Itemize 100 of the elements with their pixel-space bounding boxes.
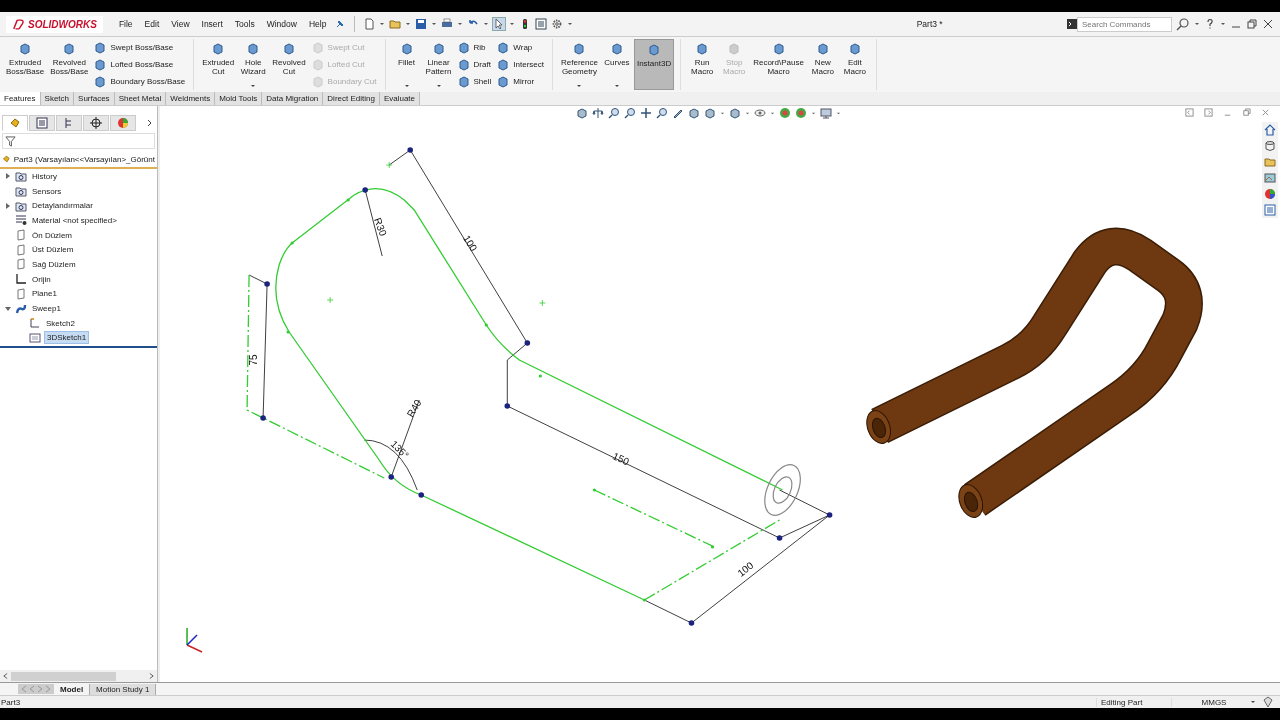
menu-item[interactable]: Help [304,19,331,29]
caret-icon[interactable] [435,83,442,89]
ribbon-tab[interactable]: Weldments [166,92,216,105]
ribbon-command[interactable]: Run Macro [687,39,718,90]
tree-item[interactable]: Material <not specified> [30,214,119,226]
filter-field[interactable] [2,133,155,149]
ribbon-command[interactable]: Instant3D [633,39,675,90]
ribbon-command[interactable]: Revolved Cut [270,39,308,90]
sphere-icon[interactable] [779,107,791,119]
ribbon-command[interactable]: Extruded Cut [200,39,237,90]
ribbon-tab[interactable]: Data Migration [262,92,324,105]
panel-tab[interactable] [83,115,109,131]
caret-icon[interactable] [576,83,583,89]
caret-icon[interactable] [403,83,410,89]
ribbon-tab[interactable]: Direct Editing [323,92,380,105]
ribbon-command[interactable]: Revolved Boss/Base [48,39,91,90]
ribbon-command[interactable]: Record\Pause Macro [751,39,806,90]
dimension-label[interactable]: 150 [611,450,631,468]
ribbon-command[interactable]: Shell [455,75,494,88]
zoom-icon[interactable] [656,107,668,119]
ribbon-command[interactable]: Boundary Boss/Base [92,75,188,88]
sphere-icon[interactable] [795,107,807,119]
caret-icon[interactable] [379,21,386,27]
ribbon-command[interactable]: Curves [601,39,632,90]
collapse-arrow-icon[interactable] [5,305,11,312]
scroll-right-icon[interactable] [149,672,154,680]
tree-root-label[interactable]: Part3 (Varsayılan<<Varsayılan>_Görünt [13,154,155,164]
restore-icon[interactable] [1242,108,1251,117]
menu-item[interactable]: Edit [140,19,164,29]
cursor-icon[interactable] [493,18,506,30]
tree-item[interactable]: 3DSketch1 [44,331,90,345]
dimension-label[interactable]: 135° [388,438,411,461]
tree-item[interactable]: Sensors [30,185,64,197]
caret-icon[interactable] [483,21,490,27]
tile-left-icon[interactable] [1185,108,1194,117]
expand-arrow-icon[interactable] [5,173,11,180]
ribbon-tab[interactable]: Sketch [40,92,75,105]
caret-icon[interactable] [405,21,412,27]
caret-icon[interactable] [1250,699,1256,705]
ribbon-command[interactable]: Wrap [495,41,546,54]
folder-icon[interactable] [389,18,402,30]
ribbon-tab[interactable]: Surfaces [74,92,115,105]
menu-item[interactable]: View [167,19,194,29]
new-document-icon[interactable] [363,18,376,30]
caret-icon[interactable] [613,83,620,89]
caret-icon[interactable] [1220,21,1226,27]
image-icon[interactable] [1264,172,1276,184]
caret-icon[interactable] [567,21,574,27]
list-icon[interactable] [1264,204,1276,216]
save-icon[interactable] [415,18,428,30]
tile-right-icon[interactable] [1204,108,1213,117]
tree-item[interactable]: Plane1 [30,288,59,300]
search-icon[interactable] [1176,17,1190,31]
menu-item[interactable]: Window [262,19,301,29]
zoom-icon[interactable] [608,107,620,119]
move-icon[interactable] [640,107,652,119]
dimension-label[interactable]: 75 [248,354,260,366]
ribbon-tab[interactable]: Features [0,92,41,105]
tree-item[interactable]: Detaylandırmalar [30,200,95,212]
ribbon-command[interactable]: Rib [455,41,494,54]
dimension-label[interactable]: R40 [404,397,424,419]
ribbon-command[interactable]: Lofted Boss/Base [92,58,188,71]
list-icon[interactable] [535,18,548,30]
ribbon-tab[interactable]: Evaluate [379,92,421,105]
scrollbar[interactable] [0,670,157,682]
ribbon-command[interactable]: Intersect [495,58,546,71]
ribbon-command[interactable]: Fillet [391,39,422,90]
ribbon-command[interactable]: Hole Wizard [238,39,269,90]
tree-item[interactable]: Üst Düzlem [30,244,76,256]
cylinder-icon[interactable] [1264,140,1276,152]
dimension-label[interactable]: R30 [372,216,389,238]
dimension-label[interactable]: 100 [735,559,756,579]
expand-arrow-icon[interactable] [5,202,11,209]
close-icon[interactable] [1262,18,1274,30]
color-wheel-icon[interactable] [1264,188,1276,200]
ribbon-command[interactable]: Linear Pattern [423,39,454,90]
menu-item[interactable]: Insert [197,19,227,29]
scale-icon[interactable] [592,107,604,119]
folder-icon[interactable] [1264,156,1276,168]
restore-icon[interactable] [1246,18,1258,30]
help-icon[interactable] [1204,18,1216,30]
ribbon-command[interactable]: Draft [455,58,494,71]
scroll-left-icon[interactable] [3,672,8,680]
units-selector[interactable]: MMGS [1184,697,1244,707]
tree-item[interactable]: Sweep1 [30,303,63,315]
ribbon-command[interactable]: New Macro [807,39,838,90]
printer-icon[interactable] [441,18,454,30]
tree-item[interactable]: History [30,170,59,182]
ribbon-command[interactable]: Extruded Boss/Base [4,39,47,90]
ribbon-tab[interactable]: Mold Tools [215,92,263,105]
menu-item[interactable]: File [114,19,137,29]
caret-icon[interactable] [250,83,257,89]
menu-item[interactable]: Tools [230,19,259,29]
home-icon[interactable] [1264,124,1276,136]
gear-icon[interactable] [551,18,564,30]
tree-item[interactable]: Sağ Düzlem [30,258,78,270]
monitor-icon[interactable] [820,107,832,119]
panel-tab[interactable] [2,115,28,131]
tree-item[interactable]: Ön Düzlem [30,229,74,241]
ribbon-command[interactable]: Swept Boss/Base [92,41,188,54]
